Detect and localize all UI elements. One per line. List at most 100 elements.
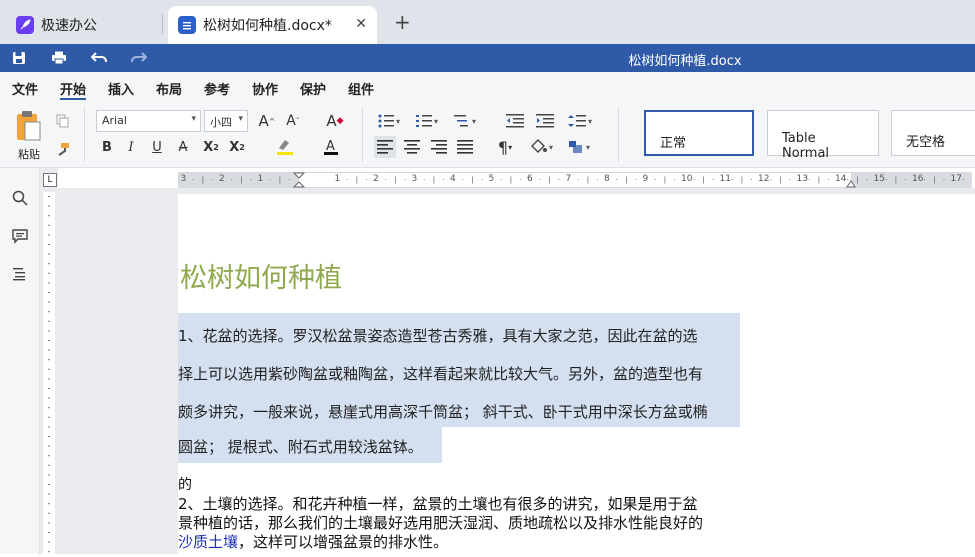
line-spacing-icon[interactable]: ▾ (566, 110, 596, 132)
ruler-tick (48, 320, 50, 322)
document-heading[interactable]: 松树如何种植 (180, 256, 342, 295)
ruler-tick: · (865, 176, 869, 184)
navigation-icon[interactable] (10, 264, 30, 284)
clear-format-icon[interactable]: A ◆ (324, 110, 346, 132)
active-menu-indicator (60, 98, 86, 100)
style-no-spacing[interactable]: 无空格 (891, 110, 975, 156)
subscript-icon[interactable]: X2 (226, 136, 248, 158)
copy-icon[interactable] (54, 112, 72, 130)
highlight-color-icon[interactable] (272, 136, 298, 158)
search-icon[interactable] (10, 188, 30, 208)
ruler-tick: · (461, 176, 464, 184)
print-icon[interactable] (50, 49, 68, 67)
paste-label[interactable]: 粘贴 (18, 146, 40, 162)
chevron-down-icon: ▾ (191, 114, 196, 124)
svg-text:▾: ▾ (586, 143, 590, 152)
superscript-icon[interactable]: X2 (200, 136, 222, 158)
menu-layout[interactable]: 布局 (156, 79, 182, 98)
document-canvas[interactable]: 松树如何种植 1、花盆的选择。罗汉松盆景姿态造型苍古秀雅，具有大家之范，因此在盆… (58, 188, 975, 554)
vertical-ruler[interactable] (40, 168, 58, 554)
font-family-select[interactable]: Arial ▾ (96, 110, 201, 132)
paragraph-mark-icon[interactable]: ¶ ▾ (490, 136, 520, 158)
numbered-list-icon[interactable]: ▾ (414, 110, 442, 132)
increase-indent-icon[interactable] (534, 110, 556, 132)
justify-icon[interactable] (454, 136, 476, 158)
bullet-list-icon[interactable]: ▾ (376, 110, 404, 132)
ruler-tick: | (586, 176, 590, 184)
bold-icon[interactable]: B (98, 136, 116, 158)
align-center-icon[interactable] (401, 136, 423, 158)
menu-insert[interactable]: 插入 (108, 79, 134, 98)
paste-icon[interactable] (12, 108, 44, 144)
menu-collaborate[interactable]: 协作 (252, 79, 278, 98)
ruler-tick: · (403, 176, 407, 184)
menu-plugins[interactable]: 组件 (348, 79, 374, 98)
redo-icon[interactable] (130, 49, 148, 67)
paragraph-flowerpot[interactable]: 1、花盆的选择。罗汉松盆景姿态造型苍古秀雅，具有大家之范，因此在盆的选 择上可以… (178, 317, 740, 466)
ruler-tick: | (740, 176, 744, 184)
ruler-tick (48, 263, 50, 265)
ruler-tick (48, 464, 50, 466)
paragraph-line: 择上可以选用紫砂陶盆或釉陶盆，这样看起来就比较大气。另外，盆的造型也有 (178, 365, 704, 383)
tab-home[interactable]: 极速办公 (6, 6, 162, 44)
ruler-tick: | (471, 176, 474, 184)
text-fragment[interactable]: 的 (178, 474, 192, 494)
undo-icon[interactable] (90, 49, 108, 67)
ruler-tick-label: 5 (488, 174, 495, 184)
indent-marker-icon[interactable] (292, 172, 306, 188)
ruler-tick: · (904, 176, 907, 184)
align-right-icon[interactable] (428, 136, 450, 158)
ruler-tick: · (808, 176, 811, 184)
ruler-tick: · (692, 176, 695, 184)
menu-references[interactable]: 参考 (204, 79, 230, 98)
ruler-tick (48, 388, 50, 389)
increase-font-icon[interactable]: A ^ (256, 110, 278, 132)
ruler-tick-label: 1 (334, 174, 341, 184)
ribbon-divider (84, 108, 85, 162)
ruler-tick: | (548, 176, 551, 184)
ruler-tick: · (596, 176, 599, 184)
underline-icon[interactable]: U (148, 136, 166, 158)
ruler-tick: · (577, 176, 580, 184)
strikethrough-icon[interactable]: A̶ (174, 136, 192, 158)
ruler-tick (48, 311, 50, 313)
quick-access-bar: 松树如何种植.docx (0, 44, 975, 72)
ruler-tick: · (827, 176, 830, 184)
borders-icon[interactable]: ▾ (566, 136, 596, 158)
style-table-normal[interactable]: Table Normal (767, 110, 879, 161)
format-painter-icon[interactable] (54, 140, 72, 158)
font-color-icon[interactable]: A (318, 136, 344, 158)
ruler-tick (48, 301, 50, 303)
paragraph-soil[interactable]: 2、土壤的选择。和花卉种植一样，盆景的土壤也有很多的讲究，如果是用于盆 景种植的… (178, 495, 740, 552)
paragraph-line: 颇多讲究，一般来说，悬崖式用高深千筒盆； 斜干式、卧干式用中深长方盆或椭 (178, 403, 708, 421)
italic-icon[interactable]: I (122, 136, 140, 158)
comment-icon[interactable] (10, 226, 30, 246)
font-size-select[interactable]: 小四 ▾ (204, 110, 248, 132)
multilevel-list-icon[interactable]: ▾ (452, 110, 482, 132)
ruler-tick: | (663, 176, 667, 184)
new-tab-button[interactable]: + (394, 10, 411, 34)
paragraph-line: 圆盆； 提根式、附石式用较浅盆钵。 (178, 438, 423, 456)
sandy-soil-link[interactable]: 沙质土壤 (178, 533, 238, 551)
tab-stop-selector[interactable]: L (43, 173, 57, 187)
menu-home[interactable]: 开始 (60, 79, 86, 98)
rocket-icon (16, 16, 34, 34)
style-normal[interactable]: 正常 (644, 110, 754, 156)
save-icon[interactable] (10, 49, 28, 67)
horizontal-ruler[interactable]: 3 · | · 2 · | · 1 · | · 1 · | · 2 · | · 3 · | · 4 · | · 5 · | · 6 · | · 7 · | ·… (178, 172, 972, 188)
decrease-indent-icon[interactable] (504, 110, 526, 132)
align-left-icon[interactable] (374, 136, 396, 158)
ruler-tick: | (817, 176, 821, 184)
ruler-tick: · (423, 176, 426, 184)
right-indent-marker-icon[interactable] (846, 178, 856, 188)
ruler-tick: · (942, 176, 946, 184)
ruler-tick: · (230, 176, 233, 184)
shading-icon[interactable]: ▾ (528, 136, 558, 158)
tab-document[interactable]: 松树如何种植.docx* ✕ (168, 6, 377, 44)
menu-file[interactable]: 文件 (12, 79, 38, 98)
menu-protect[interactable]: 保护 (300, 79, 326, 98)
decrease-font-icon[interactable]: Aˇ (282, 110, 304, 132)
ruler-tick: · (500, 176, 503, 184)
close-icon[interactable]: ✕ (355, 16, 367, 32)
ruler-tick: · (634, 176, 638, 184)
